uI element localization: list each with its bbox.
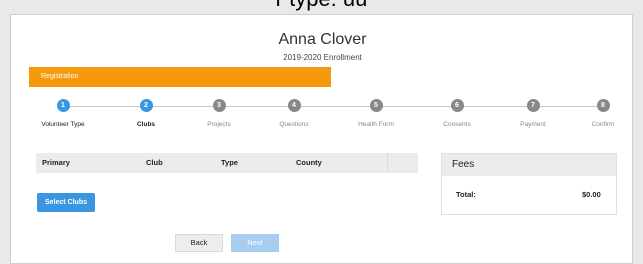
next-button[interactable]: Next bbox=[231, 234, 279, 252]
step-label: Volunteer Type bbox=[41, 121, 85, 128]
registration-banner: Registration bbox=[29, 67, 331, 87]
column-header-county: County bbox=[290, 153, 388, 173]
select-clubs-button[interactable]: Select Clubs bbox=[37, 193, 95, 212]
step-health-form[interactable]: 5 Health Form bbox=[346, 99, 406, 128]
column-header-actions bbox=[388, 153, 418, 173]
fees-total-value: $0.00 bbox=[582, 190, 601, 199]
enrollment-panel: Anna Clover 2019-2020 Enrollment Registr… bbox=[10, 14, 633, 264]
step-projects[interactable]: 3 Projects bbox=[189, 99, 249, 128]
step-number-badge: 6 bbox=[450, 99, 464, 112]
step-confirm[interactable]: 8 Confirm bbox=[573, 99, 633, 128]
step-label: Clubs bbox=[136, 121, 156, 128]
fees-panel: Fees Total: $0.00 bbox=[441, 153, 617, 215]
step-label: Confirm bbox=[591, 121, 615, 128]
column-header-type: Type bbox=[221, 158, 238, 167]
step-number-badge: 5 bbox=[369, 99, 383, 112]
step-label: Consents bbox=[443, 121, 471, 128]
fees-total-row: Total: $0.00 bbox=[442, 176, 616, 216]
step-label: Projects bbox=[207, 121, 231, 128]
step-number-badge: 3 bbox=[212, 99, 226, 112]
step-label: Payment bbox=[520, 121, 546, 128]
step-volunteer-type[interactable]: 1 Volunteer Type bbox=[33, 99, 93, 128]
fees-title: Fees bbox=[442, 154, 616, 176]
back-button[interactable]: Back bbox=[175, 234, 223, 252]
fees-total-label: Total: bbox=[456, 190, 476, 199]
step-questions[interactable]: 4 Questions bbox=[264, 99, 324, 128]
step-number-badge: 2 bbox=[139, 99, 153, 112]
step-label: Questions bbox=[279, 121, 309, 128]
step-number-badge: 4 bbox=[287, 99, 301, 112]
step-number-badge: 8 bbox=[596, 99, 610, 112]
step-clubs[interactable]: 2 Clubs bbox=[116, 99, 176, 128]
column-header-club: Club bbox=[146, 158, 163, 167]
step-consents[interactable]: 6 Consents bbox=[427, 99, 487, 128]
step-label: Health Form bbox=[358, 121, 394, 128]
step-number-badge: 7 bbox=[526, 99, 540, 112]
clubs-table-header: Primary Club Type County bbox=[36, 153, 418, 173]
column-header-primary: Primary bbox=[42, 158, 70, 167]
enrollment-year: 2019-2020 Enrollment bbox=[283, 53, 362, 62]
student-name: Anna Clover bbox=[278, 31, 367, 48]
step-payment[interactable]: 7 Payment bbox=[503, 99, 563, 128]
step-number-badge: 1 bbox=[56, 99, 70, 112]
